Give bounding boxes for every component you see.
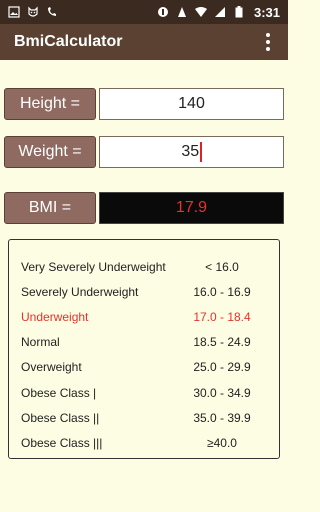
signal-icon [214, 6, 226, 18]
category-label: Severely Underweight [21, 284, 139, 299]
bmi-result: 17.9 [99, 192, 284, 224]
bmi-value: 17.9 [175, 199, 208, 216]
height-label: Height = [4, 88, 96, 120]
weight-row: Weight = 35 [4, 136, 284, 168]
category-label: Obese Class || [21, 410, 100, 425]
table-row: Overweight 25.0 - 29.9 [9, 355, 279, 380]
app-title: BmiCalculator [14, 33, 123, 50]
category-label: Obese Class ||| [21, 435, 103, 450]
weight-value: 35 [181, 143, 200, 160]
weight-input[interactable]: 35 [99, 136, 284, 168]
gallery-icon [8, 6, 20, 18]
category-label: Underweight [21, 309, 89, 324]
bmi-label: BMI = [4, 192, 96, 224]
app-bar: BmiCalculator [0, 24, 288, 60]
data-icon [176, 6, 188, 18]
battery-icon [233, 6, 245, 18]
table-row: Underweight 17.0 - 18.4 [9, 304, 279, 329]
category-label: Overweight [21, 360, 82, 375]
range-value: < 16.0 [205, 259, 239, 274]
range-value: 30.0 - 34.9 [193, 385, 251, 400]
range-value: 25.0 - 29.9 [193, 360, 251, 375]
category-label: Very Severely Underweight [21, 259, 166, 274]
range-value: 17.0 - 18.4 [193, 309, 251, 324]
range-value: 35.0 - 39.9 [193, 410, 251, 425]
weight-label: Weight = [4, 136, 96, 168]
status-bar: 3:31 [0, 0, 288, 24]
table-row: Obese Class || 35.0 - 39.9 [9, 405, 279, 430]
status-time: 3:31 [253, 4, 280, 20]
table-row: Obese Class ||| ≥40.0 [9, 430, 279, 455]
text-cursor [200, 142, 202, 162]
cat-face-icon [27, 6, 39, 18]
bmi-row: BMI = 17.9 [4, 192, 284, 224]
height-row: Height = 140 [4, 88, 284, 120]
status-bar-left [8, 6, 58, 18]
phone-icon [46, 6, 58, 18]
category-label: Normal [21, 335, 60, 350]
range-value: ≥40.0 [207, 435, 237, 450]
notification-icon [157, 6, 169, 18]
wifi-icon [194, 6, 207, 18]
table-row: Normal 18.5 - 24.9 [9, 330, 279, 355]
range-value: 18.5 - 24.9 [193, 335, 251, 350]
range-value: 16.0 - 16.9 [193, 284, 251, 299]
table-row: Obese Class | 30.0 - 34.9 [9, 380, 279, 405]
bmi-category-table: Very Severely Underweight < 16.0 Severely … [8, 239, 280, 459]
category-label: Obese Class | [21, 385, 97, 400]
table-row: Severely Underweight 16.0 - 16.9 [9, 279, 279, 304]
status-bar-right: 3:31 [157, 5, 280, 20]
height-value: 140 [178, 95, 205, 112]
height-input[interactable]: 140 [99, 88, 284, 120]
table-row: Very Severely Underweight < 16.0 [9, 254, 279, 279]
overflow-menu-icon[interactable] [258, 30, 278, 54]
